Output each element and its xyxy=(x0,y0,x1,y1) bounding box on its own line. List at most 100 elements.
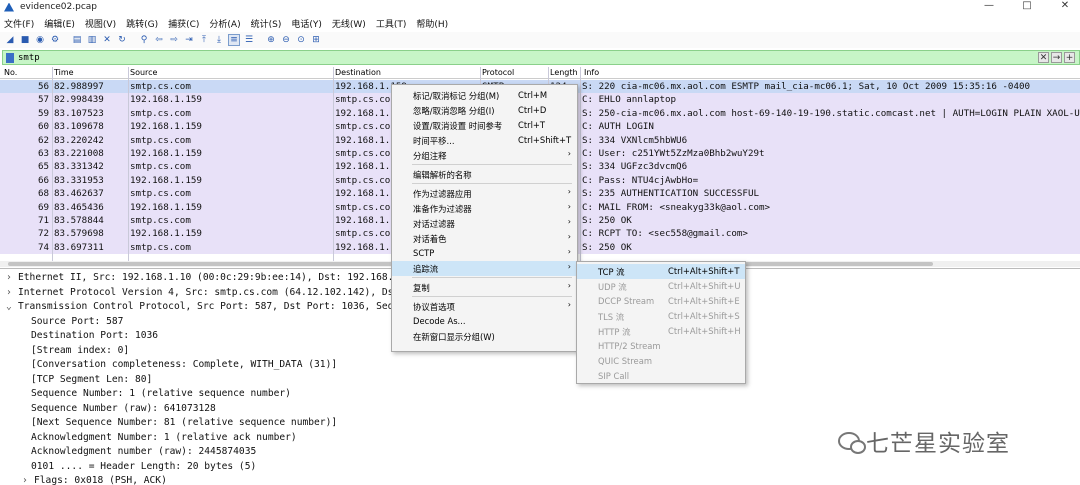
detail-text: [Next Sequence Number: 81 (relative sequ… xyxy=(31,417,338,428)
detail-tree-row[interactable]: [Next Sequence Number: 81 (relative sequ… xyxy=(0,417,337,432)
column-header-source[interactable]: Source xyxy=(130,68,157,77)
first-packet-icon[interactable]: ⤒ xyxy=(198,34,210,46)
capture-options-icon[interactable]: ⚙ xyxy=(49,34,61,46)
detail-text: Sequence Number (raw): 641073128 xyxy=(31,402,216,414)
packet-cell-dst: 192.168.1. xyxy=(335,215,391,226)
detail-tree-row[interactable]: ⌄ Transmission Control Protocol, Src Port… xyxy=(0,301,417,316)
packet-cell-time: 83.331342 xyxy=(54,161,104,173)
column-header-destination[interactable]: Destination xyxy=(335,68,381,77)
autoscroll-icon[interactable]: ≡ xyxy=(228,34,240,46)
context-menu-item[interactable]: 准备作为过滤器 › xyxy=(392,201,577,216)
detail-tree-row[interactable]: Acknowledgment Number: 1 (relative ack n… xyxy=(0,432,297,447)
menu-wireless[interactable]: 无线(W) xyxy=(332,17,366,30)
menu-view[interactable]: 视图(V) xyxy=(85,17,116,30)
detail-tree-row[interactable]: › Internet Protocol Version 4, Src: smtp.… xyxy=(0,287,417,302)
packet-cell-info: C: MAIL FROM: <sneakyg33k@aol.com> xyxy=(582,201,771,213)
menu-help[interactable]: 帮助(H) xyxy=(416,17,448,30)
menu-item-shortcut: Ctrl+D xyxy=(518,105,547,115)
packet-cell-dst: 192.168.1. xyxy=(335,188,391,200)
add-filter-icon[interactable]: + xyxy=(1064,52,1075,63)
save-file-icon[interactable]: ▥ xyxy=(86,34,98,46)
detail-tree-row[interactable]: › Flags: 0x018 (PSH, ACK) xyxy=(0,475,167,485)
last-packet-icon[interactable]: ⤓ xyxy=(213,34,225,46)
detail-tree-row[interactable]: Sequence Number (raw): 641073128 xyxy=(0,403,216,418)
packet-cell-time: 83.109678 xyxy=(54,121,104,133)
go-to-packet-icon[interactable]: ⇥ xyxy=(183,34,195,46)
close-file-icon[interactable]: ✕ xyxy=(101,34,113,46)
colorize-icon[interactable]: ☰ xyxy=(243,34,255,46)
context-menu-item[interactable]: 分组注释 › xyxy=(392,148,577,163)
packet-cell-no: 62 xyxy=(38,134,50,146)
menu-item-label: 忽略/取消忽略 分组(I) xyxy=(413,106,495,116)
open-file-icon[interactable]: ▤ xyxy=(71,34,83,46)
follow-stream-item[interactable]: TCP 流 Ctrl+Alt+Shift+T xyxy=(577,264,745,279)
expand-arrow-icon[interactable]: › xyxy=(6,272,18,283)
menu-analyze[interactable]: 分析(A) xyxy=(209,17,240,30)
detail-text: Source Port: 587 xyxy=(31,315,124,327)
expand-arrow-icon[interactable]: › xyxy=(6,287,18,298)
column-divider xyxy=(52,67,53,261)
context-menu-item[interactable]: Decode As... xyxy=(392,314,577,329)
clear-filter-icon[interactable]: ✕ xyxy=(1038,52,1049,63)
go-forward-icon[interactable]: ⇨ xyxy=(168,34,180,46)
context-menu-item[interactable]: 追踪流 › xyxy=(392,261,577,276)
zoom-out-icon[interactable]: ⊖ xyxy=(280,34,292,46)
zoom-in-icon[interactable]: ⊕ xyxy=(265,34,277,46)
context-menu-item[interactable]: SCTP › xyxy=(392,246,577,261)
detail-tree-row[interactable]: Sequence Number: 1 (relative sequence nu… xyxy=(0,388,291,403)
column-header-protocol[interactable]: Protocol xyxy=(482,68,514,77)
context-menu-item[interactable]: 时间平移... Ctrl+Shift+T xyxy=(392,133,577,148)
context-menu-item[interactable]: 对话过滤器 › xyxy=(392,216,577,231)
menu-statistics[interactable]: 统计(S) xyxy=(251,17,282,30)
maximize-icon[interactable]: □ xyxy=(1020,0,1034,11)
detail-tree-row[interactable]: [Stream index: 0] xyxy=(0,345,129,360)
detail-tree-row[interactable]: Acknowledgment number (raw): 2445874035 xyxy=(0,446,256,461)
detail-text: [TCP Segment Len: 80] xyxy=(31,373,153,385)
go-back-icon[interactable]: ⇦ xyxy=(153,34,165,46)
start-capture-icon[interactable]: ◢ xyxy=(4,34,16,46)
close-icon[interactable]: ✕ xyxy=(1058,0,1072,11)
column-header-info[interactable]: Info xyxy=(584,68,599,77)
zoom-normal-icon[interactable]: ⊙ xyxy=(295,34,307,46)
minimize-icon[interactable]: — xyxy=(982,0,996,11)
menu-file[interactable]: 文件(F) xyxy=(4,17,34,30)
context-menu-item[interactable]: 设置/取消设置 时间参考 Ctrl+T xyxy=(392,118,577,133)
context-menu-item[interactable]: 作为过滤器应用 › xyxy=(392,186,577,201)
find-packet-icon[interactable]: ⚲ xyxy=(138,34,150,46)
submenu-arrow-icon: › xyxy=(567,187,571,196)
context-menu-item[interactable]: 标记/取消标记 分组(M) Ctrl+M xyxy=(392,88,577,103)
detail-tree-row[interactable]: [TCP Segment Len: 80] xyxy=(0,374,152,389)
wireshark-fin-icon xyxy=(4,3,14,12)
column-header-no[interactable]: No. xyxy=(4,68,17,77)
menu-edit[interactable]: 编辑(E) xyxy=(44,17,75,30)
context-menu-item[interactable]: 编辑解析的名称 xyxy=(392,167,577,182)
context-menu-item[interactable]: 忽略/取消忽略 分组(I) Ctrl+D xyxy=(392,103,577,118)
context-menu-item[interactable]: 复制 › xyxy=(392,280,577,295)
filter-bookmark-icon[interactable] xyxy=(6,52,14,63)
context-menu-item[interactable]: 协议首选项 › xyxy=(392,299,577,314)
menu-tools[interactable]: 工具(T) xyxy=(376,17,407,30)
resize-columns-icon[interactable]: ⊞ xyxy=(310,34,322,46)
context-menu-item[interactable]: 在新窗口显示分组(W) xyxy=(392,329,577,344)
context-menu-item[interactable]: 对话着色 › xyxy=(392,231,577,246)
restart-capture-icon[interactable]: ◉ xyxy=(34,34,46,46)
detail-tree-row[interactable]: 0101 .... = Header Length: 20 bytes (5) xyxy=(0,461,256,476)
column-divider xyxy=(580,67,581,261)
expand-arrow-icon[interactable]: › xyxy=(22,475,34,485)
packet-cell-no: 74 xyxy=(38,241,50,253)
detail-tree-row[interactable]: Destination Port: 1036 xyxy=(0,330,158,345)
reload-file-icon[interactable]: ↻ xyxy=(116,34,128,46)
stop-capture-icon[interactable]: ■ xyxy=(19,34,31,46)
display-filter-input[interactable] xyxy=(18,52,1038,63)
menu-go[interactable]: 跳转(G) xyxy=(126,17,158,30)
detail-tree-row[interactable]: Source Port: 587 xyxy=(0,316,123,331)
detail-tree-row[interactable]: [Conversation completeness: Complete, WI… xyxy=(0,359,337,374)
detail-tree-row[interactable]: › Ethernet II, Src: 192.168.1.10 (00:0c:2… xyxy=(0,272,411,287)
column-header-time[interactable]: Time xyxy=(54,68,74,77)
apply-filter-icon[interactable]: → xyxy=(1051,52,1062,63)
column-header-length[interactable]: Length xyxy=(550,68,578,77)
menu-capture[interactable]: 捕获(C) xyxy=(168,17,199,30)
collapse-arrow-icon[interactable]: ⌄ xyxy=(6,301,18,312)
packet-cell-dst: 192.168.1. xyxy=(335,107,391,119)
menu-telephony[interactable]: 电话(Y) xyxy=(291,17,322,30)
